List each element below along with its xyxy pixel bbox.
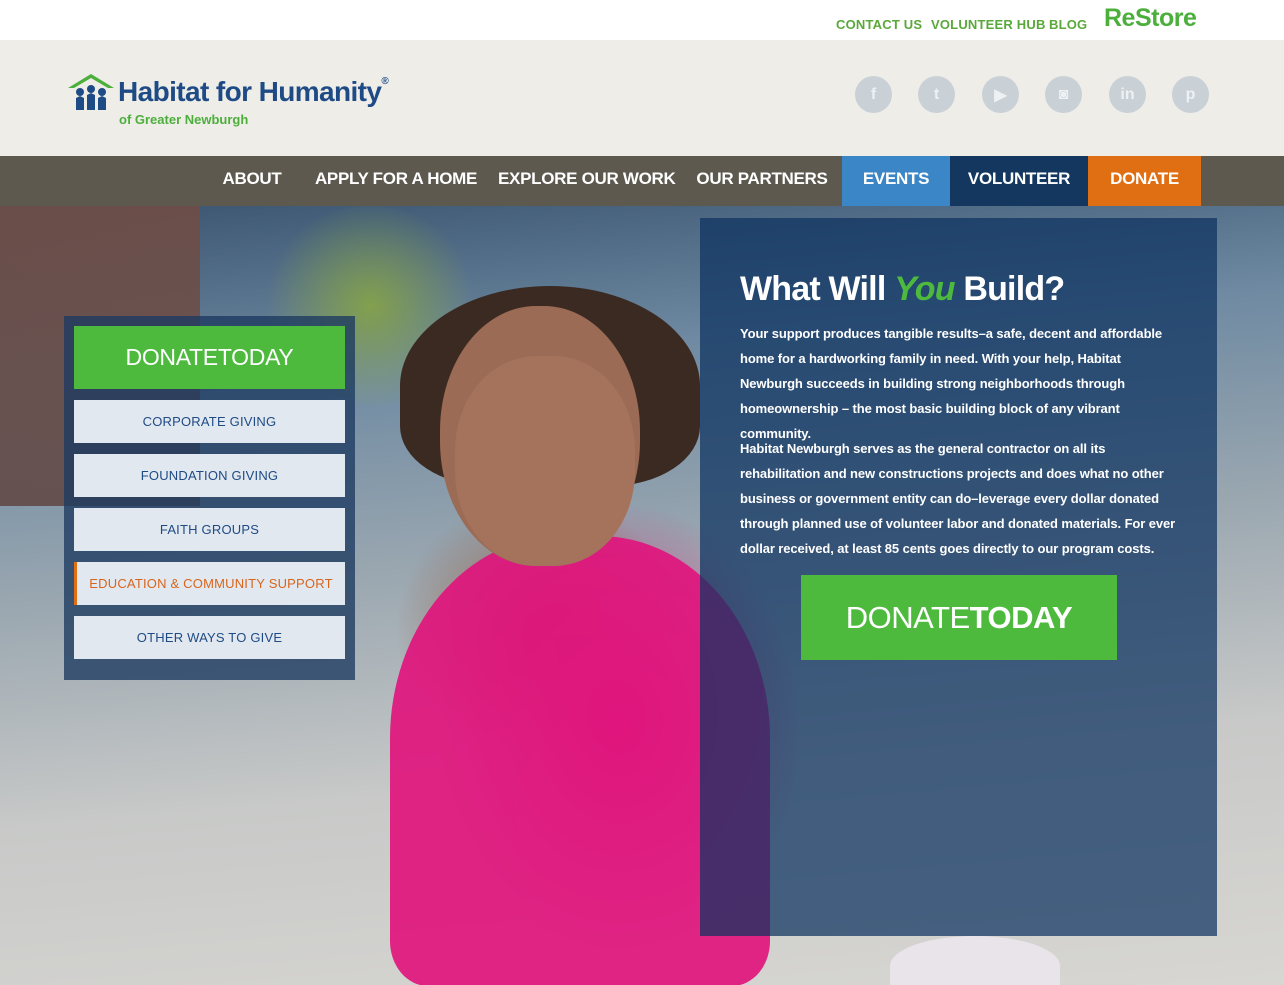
contact-us-link[interactable]: CONTACT US xyxy=(836,17,922,32)
twitter-glyph: t xyxy=(933,85,940,103)
content-panel: What Will You Build? Your support produc… xyxy=(700,218,1217,936)
hero-child-face-highlight xyxy=(455,356,635,566)
youtube-glyph: ▶ xyxy=(994,86,1007,104)
habitat-logo[interactable]: Habitat for Humanity® of Greater Newburg… xyxy=(66,70,426,132)
instagram-glyph: ◙ xyxy=(1058,85,1069,103)
nav-apply-for-a-home[interactable]: APPLY FOR A HOME xyxy=(314,156,478,206)
twitter-icon[interactable]: t xyxy=(918,76,955,113)
instagram-icon[interactable]: ◙ xyxy=(1045,76,1082,113)
nav-about[interactable]: ABOUT xyxy=(210,156,294,206)
education-community-support-link[interactable]: EDUCATION & COMMUNITY SUPPORT xyxy=(74,562,345,605)
nav-donate[interactable]: DONATE xyxy=(1088,156,1201,206)
youtube-icon[interactable]: ▶ xyxy=(982,76,1019,113)
restore-logo-link[interactable]: ReStore xyxy=(1104,4,1197,33)
volunteer-hub-link[interactable]: VOLUNTEER HUB xyxy=(931,17,1046,32)
blog-link[interactable]: BLOG xyxy=(1049,17,1087,32)
pinterest-glyph: p xyxy=(1185,85,1196,103)
other-ways-to-give-link[interactable]: OTHER WAYS TO GIVE xyxy=(74,616,345,659)
nav-volunteer[interactable]: VOLUNTEER xyxy=(950,156,1088,206)
contractor-paragraph: Habitat Newburgh serves as the general c… xyxy=(740,441,1176,556)
facebook-glyph: f xyxy=(870,85,877,103)
brand-name: Habitat for Humanity xyxy=(118,76,382,107)
page-title: What Will You Build? xyxy=(740,270,1065,309)
utility-bar: CONTACT US VOLUNTEER HUB BLOG ReStore xyxy=(0,0,1284,40)
cta-today-text: TODAY xyxy=(969,600,1073,635)
nav-our-partners[interactable]: OUR PARTNERS xyxy=(694,156,830,206)
nav-events[interactable]: EVENTS xyxy=(842,156,950,206)
main-nav: ABOUT APPLY FOR A HOME EXPLORE OUR WORK … xyxy=(0,156,1284,206)
pinterest-icon[interactable]: p xyxy=(1172,76,1209,113)
title-part-b: Build? xyxy=(954,270,1065,308)
brand-subtitle: of Greater Newburgh xyxy=(119,112,249,127)
foundation-giving-link[interactable]: FOUNDATION GIVING xyxy=(74,454,345,497)
hero-chalk-bucket xyxy=(890,936,1060,985)
title-you: You xyxy=(894,270,955,308)
cta-donate-text: DONATE xyxy=(845,600,970,635)
intro-paragraph: Your support produces tangible results–a… xyxy=(740,326,1163,441)
corporate-giving-link[interactable]: CORPORATE GIVING xyxy=(74,400,345,443)
donate-today-button[interactable]: DONATETODAY xyxy=(74,326,345,389)
linkedin-icon[interactable]: in xyxy=(1109,76,1146,113)
facebook-icon[interactable]: f xyxy=(855,76,892,113)
house-people-icon xyxy=(68,74,114,110)
donate-side-panel: DONATETODAY CORPORATE GIVING FOUNDATION … xyxy=(64,316,355,680)
nav-explore-our-work[interactable]: EXPLORE OUR WORK xyxy=(498,156,676,206)
faith-groups-link[interactable]: FAITH GROUPS xyxy=(74,508,345,551)
site-header: Habitat for Humanity® of Greater Newburg… xyxy=(0,40,1284,156)
linkedin-glyph: in xyxy=(1120,85,1135,103)
registered-mark: ® xyxy=(381,76,389,87)
donate-today-cta-button[interactable]: DONATETODAY xyxy=(801,575,1117,660)
title-part-a: What Will xyxy=(740,270,895,308)
